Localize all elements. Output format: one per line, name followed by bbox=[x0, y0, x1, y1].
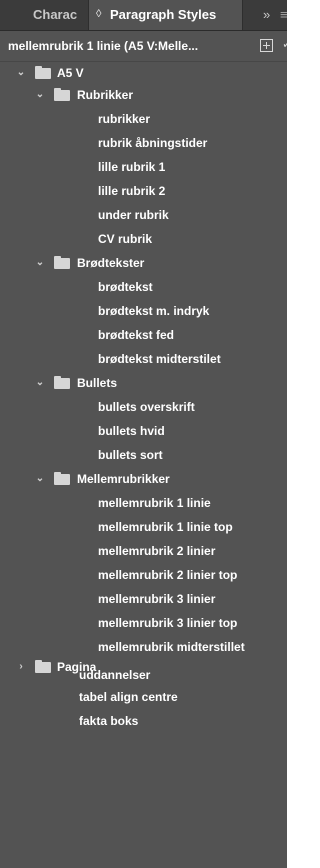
tab-character-styles[interactable]: Charac bbox=[33, 0, 77, 30]
style-item-label: mellemrubrik 3 linier bbox=[98, 592, 216, 606]
style-item-label: bullets overskrift bbox=[98, 400, 195, 414]
style-item-label: brødtekst midterstilet bbox=[98, 352, 221, 366]
new-style-group-icon[interactable] bbox=[260, 39, 273, 52]
group-row-pagina[interactable]: › Pagina bbox=[0, 660, 287, 674]
folder-icon bbox=[54, 376, 70, 389]
style-item-label: mellemrubrik 2 linier top bbox=[98, 568, 238, 582]
group-label: Mellemrubrikker bbox=[77, 472, 170, 486]
panel-menu-icon[interactable]: ≡ bbox=[280, 0, 287, 30]
group-row-brodtekster[interactable]: ⌄ Brødtekster bbox=[0, 252, 287, 274]
style-item[interactable]: rubrik åbningstider bbox=[0, 132, 287, 154]
folder-icon bbox=[54, 256, 70, 269]
paragraph-styles-panel: Charac ◊ Paragraph Styles » ≡ mellemrubr… bbox=[0, 0, 287, 868]
style-item[interactable]: mellemrubrik 3 linier top bbox=[0, 612, 287, 634]
style-item[interactable]: tabel align centre bbox=[0, 686, 287, 708]
style-item-label: rubrikker bbox=[98, 112, 151, 126]
chevron-down-icon[interactable]: ⌄ bbox=[34, 84, 46, 106]
style-item[interactable]: mellemrubrik midterstillet bbox=[0, 636, 287, 658]
style-item-label: brødtekst bbox=[98, 280, 153, 294]
current-style-label: mellemrubrik 1 linie (A5 V:Melle... bbox=[8, 39, 199, 53]
style-item-label: bullets sort bbox=[98, 448, 163, 462]
style-item-label: mellemrubrik 2 linier bbox=[98, 544, 216, 558]
style-item[interactable]: bullets overskrift bbox=[0, 396, 287, 418]
folder-icon bbox=[54, 472, 70, 485]
diamond-icon: ◊ bbox=[96, 8, 102, 20]
group-label: Brødtekster bbox=[77, 256, 145, 270]
chevron-right-icon[interactable]: › bbox=[15, 660, 27, 674]
group-label: A5 V bbox=[57, 66, 84, 80]
style-item-label: tabel align centre bbox=[79, 690, 178, 704]
style-item[interactable]: mellemrubrik 1 linie bbox=[0, 492, 287, 514]
style-item-label: lille rubrik 1 bbox=[98, 160, 166, 174]
style-item-label: mellemrubrik midterstillet bbox=[98, 640, 245, 654]
tab-paragraph-styles-label: Paragraph Styles bbox=[110, 7, 217, 22]
group-label: Bullets bbox=[77, 376, 118, 390]
group-row-bullets[interactable]: ⌄ Bullets bbox=[0, 372, 287, 394]
style-item-label: brødtekst fed bbox=[98, 328, 175, 342]
style-item-label: fakta boks bbox=[79, 714, 139, 728]
style-item[interactable]: mellemrubrik 1 linie top bbox=[0, 516, 287, 538]
panel-tab-bar: Charac ◊ Paragraph Styles » ≡ bbox=[0, 0, 287, 31]
folder-icon bbox=[35, 660, 51, 673]
style-item[interactable]: rubrikker bbox=[0, 108, 287, 130]
style-item[interactable]: brødtekst fed bbox=[0, 324, 287, 346]
overflow-chevron-icon[interactable]: » bbox=[263, 0, 270, 30]
folder-icon bbox=[35, 66, 51, 79]
chevron-down-icon[interactable]: ⌄ bbox=[34, 468, 46, 490]
style-item[interactable]: brødtekst m. indryk bbox=[0, 300, 287, 322]
style-item[interactable]: mellemrubrik 3 linier bbox=[0, 588, 287, 610]
style-item[interactable]: mellemrubrik 2 linier top bbox=[0, 564, 287, 586]
group-row-a5v[interactable]: ⌄ A5 V bbox=[0, 62, 287, 84]
style-item-label: mellemrubrik 1 linie top bbox=[98, 520, 233, 534]
style-item-label: brødtekst m. indryk bbox=[98, 304, 210, 318]
style-item-label: under rubrik bbox=[98, 208, 169, 222]
style-item[interactable]: under rubrik bbox=[0, 204, 287, 226]
style-item[interactable]: brødtekst bbox=[0, 276, 287, 298]
style-item[interactable]: bullets hvid bbox=[0, 420, 287, 442]
style-item-label: bullets hvid bbox=[98, 424, 165, 438]
group-row-mellemrubrikker[interactable]: ⌄ Mellemrubrikker bbox=[0, 468, 287, 490]
style-item[interactable]: brødtekst midterstilet bbox=[0, 348, 287, 370]
style-item[interactable]: mellemrubrik 2 linier bbox=[0, 540, 287, 562]
chevron-down-icon[interactable]: ⌄ bbox=[15, 62, 27, 84]
style-item[interactable]: lille rubrik 2 bbox=[0, 180, 287, 202]
style-item-label: CV rubrik bbox=[98, 232, 153, 246]
style-item-label: lille rubrik 2 bbox=[98, 184, 166, 198]
style-item[interactable]: bullets sort bbox=[0, 444, 287, 466]
window-edge bbox=[287, 0, 304, 868]
chevron-down-icon[interactable]: ⌄ bbox=[34, 372, 46, 394]
style-item[interactable]: lille rubrik 1 bbox=[0, 156, 287, 178]
group-label: Pagina bbox=[57, 660, 97, 674]
style-item[interactable]: fakta boks bbox=[0, 710, 287, 732]
style-item-label: rubrik åbningstider bbox=[98, 136, 208, 150]
current-style-bar: mellemrubrik 1 linie (A5 V:Melle... ✓ bbox=[0, 31, 287, 62]
style-item-label: mellemrubrik 1 linie bbox=[98, 496, 211, 510]
folder-icon bbox=[54, 88, 70, 101]
group-row-rubrikker[interactable]: ⌄ Rubrikker bbox=[0, 84, 287, 106]
tab-paragraph-styles[interactable]: ◊ Paragraph Styles bbox=[88, 0, 243, 30]
style-item[interactable]: CV rubrik bbox=[0, 228, 287, 250]
style-item-label: mellemrubrik 3 linier top bbox=[98, 616, 238, 630]
group-label: Rubrikker bbox=[77, 88, 134, 102]
chevron-down-icon[interactable]: ⌄ bbox=[34, 252, 46, 274]
